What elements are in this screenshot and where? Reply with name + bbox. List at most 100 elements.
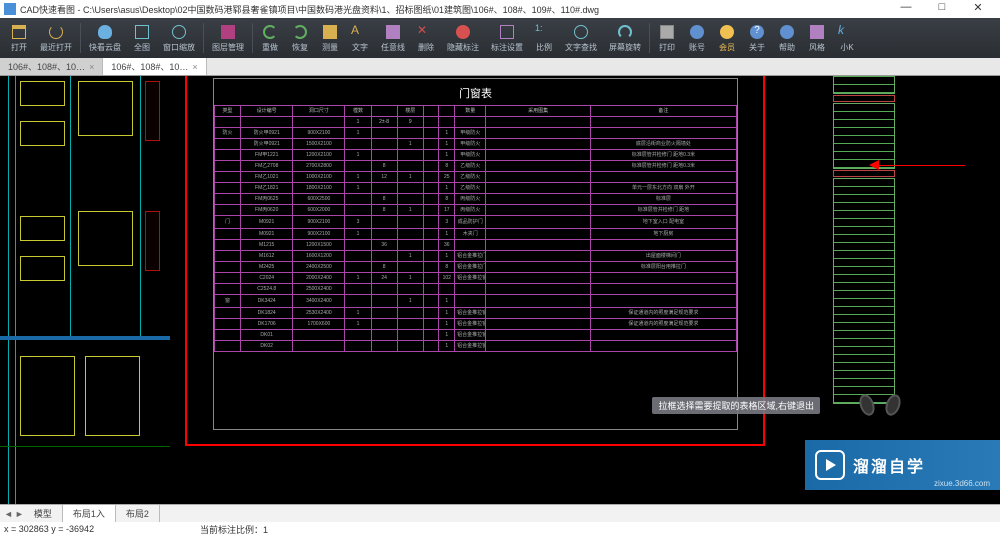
layout-tab[interactable]: 模型 bbox=[24, 505, 63, 522]
toolbar-vip-button[interactable]: 会员 bbox=[712, 20, 742, 56]
table-cell: 乙级防火 bbox=[455, 172, 486, 183]
table-cell bbox=[371, 183, 397, 194]
table-cell: 丙级防火 bbox=[455, 194, 486, 205]
maximize-button[interactable]: □ bbox=[930, 1, 954, 17]
toolbar-cloud-button[interactable]: 快看云盘 bbox=[83, 20, 127, 56]
table-cell bbox=[423, 183, 439, 194]
table-cell bbox=[371, 216, 397, 229]
table-cell: 900X2100 bbox=[293, 216, 345, 229]
layout-tab[interactable]: 布局2 bbox=[116, 505, 160, 522]
toolbar-rot-button[interactable]: 屏幕旋转 bbox=[603, 20, 647, 56]
toolbar-line-button[interactable]: 任意线 bbox=[375, 20, 411, 56]
acct-icon bbox=[688, 23, 706, 41]
table-cell bbox=[423, 319, 439, 330]
table-row: 窗DK34243400X240011 bbox=[215, 295, 737, 308]
toolbar-redo-button[interactable]: 恢复 bbox=[285, 20, 315, 56]
table-subheader: 9 bbox=[397, 117, 423, 128]
tab-scroll-right[interactable]: ► bbox=[15, 509, 24, 519]
line-icon bbox=[384, 23, 402, 41]
table-cell bbox=[215, 240, 241, 251]
toolbar-open-button[interactable]: 打开 bbox=[4, 20, 34, 56]
table-row: FM乙27082700X280088乙级防火标准层管井检修门 距地0.3米 bbox=[215, 161, 737, 172]
toolbar-label: 打开 bbox=[11, 42, 27, 53]
toolbar-del-button[interactable]: 删除 bbox=[411, 20, 441, 56]
table-cell: 标准层 bbox=[590, 194, 736, 205]
table-row: FM乙10211000X2100112125乙级防火 bbox=[215, 172, 737, 183]
table-cell bbox=[423, 229, 439, 240]
toolbar-full-button[interactable]: 全图 bbox=[127, 20, 157, 56]
selection-hint-tooltip: 拉框选择需要提取的表格区域,右键退出 bbox=[652, 397, 820, 414]
table-cell: 8 bbox=[439, 194, 455, 205]
about-icon bbox=[748, 23, 766, 41]
table-row: M12151200X15003636 bbox=[215, 240, 737, 251]
table-cell bbox=[423, 194, 439, 205]
table-header bbox=[439, 106, 455, 117]
table-cell bbox=[215, 161, 241, 172]
toolbar-layer-button[interactable]: 图层管理 bbox=[206, 20, 250, 56]
table-cell bbox=[486, 194, 590, 205]
table-subheader bbox=[215, 117, 241, 128]
table-cell: M2425 bbox=[241, 262, 293, 273]
scale-readout: 当前标注比例：1 bbox=[200, 523, 268, 536]
table-cell bbox=[590, 284, 736, 295]
toolbar-undo-button[interactable]: 重做 bbox=[255, 20, 285, 56]
table-cell: 地下厨房 bbox=[590, 229, 736, 240]
tab-close-icon[interactable]: × bbox=[192, 62, 197, 72]
table-cell bbox=[486, 273, 590, 284]
table-cell bbox=[293, 341, 345, 352]
tab-close-icon[interactable]: × bbox=[89, 62, 94, 72]
table-row: DK021铝合金推拉窗下设栏杆-5号图铝合金窗 bbox=[215, 341, 737, 352]
table-cell bbox=[423, 150, 439, 161]
table-cell: C2524.8 bbox=[241, 284, 293, 295]
table-cell bbox=[293, 330, 345, 341]
toolbar-label: 全图 bbox=[134, 42, 150, 53]
toolbar-help-button[interactable]: 帮助 bbox=[772, 20, 802, 56]
table-cell bbox=[486, 308, 590, 319]
toolbar-recent-button[interactable]: 最近打开 bbox=[34, 20, 78, 56]
table-cell bbox=[439, 284, 455, 295]
table-cell bbox=[345, 205, 371, 216]
table-cell: 单元一层东北方向 双扇 外开 bbox=[590, 183, 736, 194]
toolbar-acct-button[interactable]: 账号 bbox=[682, 20, 712, 56]
document-tab[interactable]: 106#、108#、10…× bbox=[0, 58, 103, 75]
table-cell: 窗 bbox=[215, 295, 241, 308]
table-cell: DK3424 bbox=[241, 295, 293, 308]
table-cell bbox=[371, 284, 397, 295]
layout-tab[interactable]: 布局1入 bbox=[63, 505, 116, 522]
toolbar-hide-button[interactable]: 隐藏标注 bbox=[441, 20, 485, 56]
toolbar-label: 比例 bbox=[536, 42, 552, 53]
toolbar-print-button[interactable]: 打印 bbox=[652, 20, 682, 56]
drawing-canvas[interactable]: 门窗表 类型设计编号洞口尺寸樘数楼层数量采用图集备注12±-89防火防火甲092… bbox=[0, 76, 1000, 504]
table-cell bbox=[215, 139, 241, 150]
toolbar-k-button[interactable]: 小K bbox=[832, 20, 862, 56]
table-cell bbox=[423, 172, 439, 183]
toolbar-label: 关于 bbox=[749, 42, 765, 53]
toolbar-style-button[interactable]: 风格 bbox=[802, 20, 832, 56]
close-button[interactable]: ✕ bbox=[966, 1, 990, 17]
layout-tabbar: ◄►模型布局1入布局2 bbox=[0, 504, 1000, 522]
toolbar-meas-button[interactable]: 测量 bbox=[315, 20, 345, 56]
minimize-button[interactable]: — bbox=[894, 1, 918, 17]
table-cell bbox=[215, 194, 241, 205]
watermark-url: zixue.3d66.com bbox=[934, 479, 990, 488]
table-cell: 2700X2800 bbox=[293, 161, 345, 172]
table-cell: 丙级防火 bbox=[455, 205, 486, 216]
toolbar-text-button[interactable]: 文字 bbox=[345, 20, 375, 56]
table-row: 防火甲09211500X210011甲级防火底层沿街商业防火隔墙处 bbox=[215, 139, 737, 150]
table-subheader bbox=[486, 117, 590, 128]
table-cell: 出屋面楼梯间门 bbox=[590, 251, 736, 262]
table-cell bbox=[371, 295, 397, 308]
table-cell bbox=[590, 240, 736, 251]
toolbar-zoom-button[interactable]: 窗口缩放 bbox=[157, 20, 201, 56]
table-cell bbox=[345, 251, 371, 262]
table-cell: FM乙1021 bbox=[241, 172, 293, 183]
table-cell: FM乙1821 bbox=[241, 183, 293, 194]
toolbar-scale-button[interactable]: 比例 bbox=[529, 20, 559, 56]
toolbar-set-button[interactable]: 标注设置 bbox=[485, 20, 529, 56]
toolbar-about-button[interactable]: 关于 bbox=[742, 20, 772, 56]
table-cell bbox=[397, 229, 423, 240]
toolbar-find-button[interactable]: 文字查找 bbox=[559, 20, 603, 56]
document-tab[interactable]: 106#、108#、10…× bbox=[103, 58, 206, 75]
tab-scroll-left[interactable]: ◄ bbox=[4, 509, 13, 519]
table-cell: 8 bbox=[371, 194, 397, 205]
